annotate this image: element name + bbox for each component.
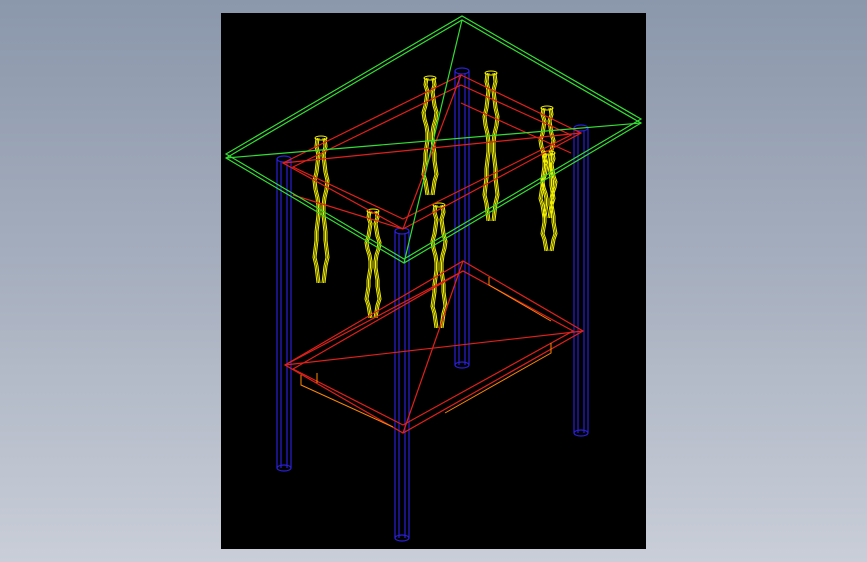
top-panel-outline — [224, 15, 643, 264]
spindle — [430, 202, 448, 329]
spindle — [364, 208, 382, 319]
leg-front — [394, 227, 410, 542]
lower-frame — [283, 260, 585, 434]
wireframe-table-model — [224, 15, 643, 542]
leg-right — [573, 124, 589, 437]
cad-viewport[interactable] — [221, 13, 646, 549]
leg-left — [276, 155, 292, 472]
lower-frame-trim — [300, 277, 552, 428]
leg-back — [454, 67, 470, 369]
spindle — [482, 70, 500, 222]
